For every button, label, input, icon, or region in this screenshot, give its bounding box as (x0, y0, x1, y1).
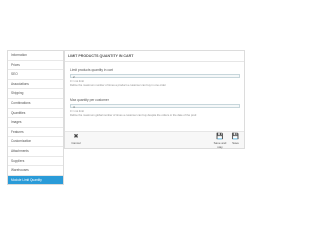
sidebar-item-attachments[interactable]: Attachments (8, 147, 63, 157)
cancel-label: Cancel (71, 141, 81, 145)
max-qty-input[interactable]: 4 (70, 103, 240, 109)
sidebar-item-quantities[interactable]: Quantities (8, 109, 63, 119)
sidebar-item-shipping[interactable]: Shipping (8, 89, 63, 99)
save-icon: 💾 (216, 134, 224, 140)
panel-title: LIMIT PRODUCTS QUANTITY IN CART (65, 51, 244, 62)
max-qty-group: Max quantity per customer 4 0 = not limi… (70, 98, 240, 117)
max-qty-hint: 0 = not limit (70, 109, 84, 113)
min-qty-hint-desc: Define the maximum number of times a pro… (70, 84, 166, 87)
sidebar-item-warehouses[interactable]: Warehouses (8, 166, 63, 176)
sidebar-item-combinations[interactable]: Combinations (8, 99, 63, 109)
sidebar-item-prices[interactable]: Prices (8, 61, 63, 71)
sidebar-item-customization[interactable]: Customization (8, 137, 63, 147)
sidebar-item-associations[interactable]: Associations (8, 80, 63, 90)
save-and-stay-button[interactable]: 💾 Save and stay (212, 134, 228, 149)
close-icon: ✖ (73, 134, 79, 140)
sidebar-item-module-limit-quantity[interactable]: Module Limit Quantity (8, 175, 63, 185)
panel-footer: ✖ Cancel 💾 Save and stay 💾 Save (65, 131, 244, 149)
max-qty-label: Max quantity per customer (70, 98, 109, 102)
sidebar-item-features[interactable]: Features (8, 128, 63, 138)
save-button[interactable]: 💾 Save (230, 134, 241, 145)
save-icon: 💾 (231, 134, 240, 140)
sidebar-item-images[interactable]: Images (8, 118, 63, 128)
product-tabs-sidebar: Information Prices SEO Associations Ship… (7, 50, 64, 186)
sidebar-item-seo[interactable]: SEO (8, 70, 63, 80)
cancel-button[interactable]: ✖ Cancel (70, 134, 82, 145)
min-qty-label: Limit products quantity in cart (70, 68, 113, 72)
min-qty-input[interactable]: 2 (70, 73, 240, 79)
min-qty-group: Limit products quantity in cart 2 0 = no… (70, 68, 240, 87)
min-qty-hint: 0 = not limit (70, 79, 84, 83)
limit-quantity-panel: LIMIT PRODUCTS QUANTITY IN CART Limit pr… (64, 50, 245, 149)
sidebar-item-information[interactable]: Information (8, 51, 63, 61)
save-and-stay-label: Save and stay (213, 141, 227, 149)
save-label: Save (232, 141, 239, 145)
max-qty-hint-desc: Define the maximum global number of time… (70, 114, 197, 117)
sidebar-item-suppliers[interactable]: Suppliers (8, 157, 63, 167)
